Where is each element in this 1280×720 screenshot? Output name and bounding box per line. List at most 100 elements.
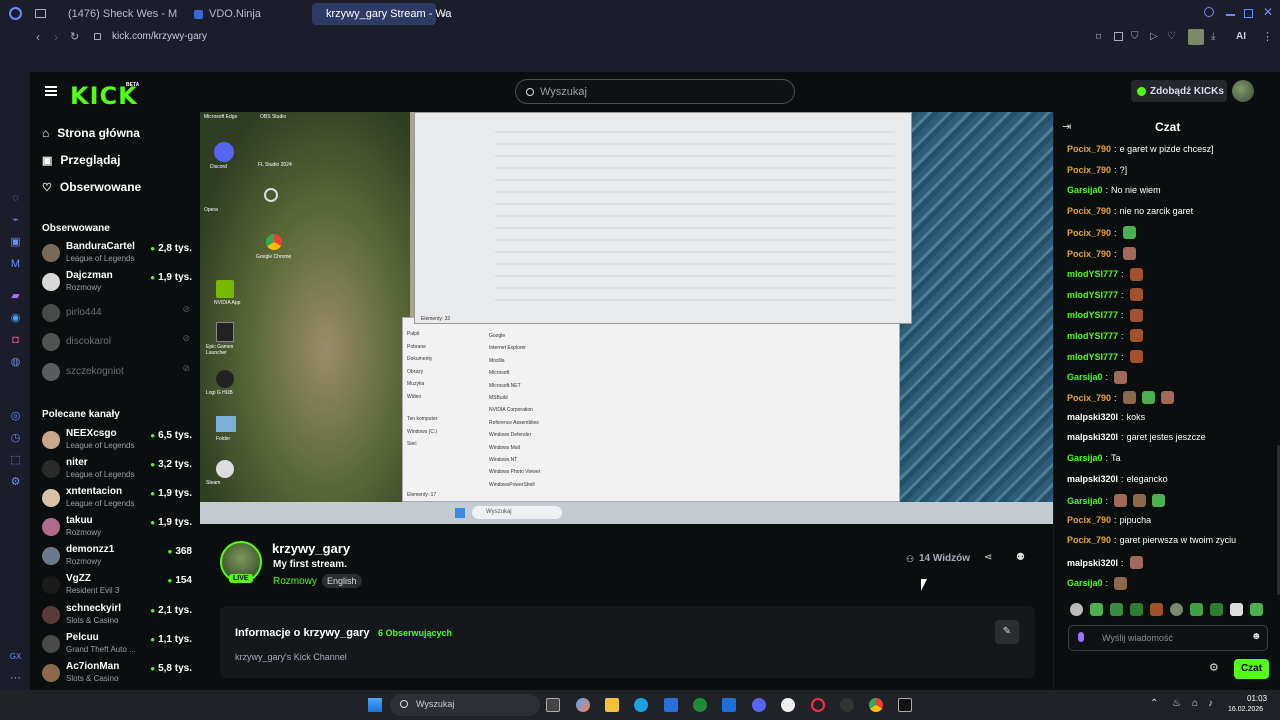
extension-avatar-icon[interactable]	[1188, 29, 1204, 45]
channel-item[interactable]: xntentacion League of Legends 1,9 tys.	[42, 485, 192, 511]
search-bar[interactable]: Wyszukaj	[515, 79, 795, 104]
tab-kick[interactable]: krzywy_gary Stream - Wa	[312, 3, 452, 25]
edit-pencil-icon[interactable]: ✎	[995, 620, 1019, 644]
epic-desktop-icon[interactable]	[216, 322, 234, 342]
chat-username[interactable]: mlodYSI777	[1067, 331, 1118, 341]
chat-username[interactable]: mlodYSI777	[1067, 352, 1118, 362]
channel-item[interactable]: takuu Rozmowy 1,9 tys.	[42, 514, 192, 540]
steam-task-icon[interactable]	[781, 698, 795, 712]
folder-desktop-icon[interactable]	[216, 416, 236, 432]
hamburger-menu-icon[interactable]	[45, 86, 57, 96]
chat-username[interactable]: Pocix_790	[1067, 535, 1111, 545]
microphone-icon[interactable]	[1078, 632, 1084, 642]
chrome-desktop-icon[interactable]	[266, 234, 282, 250]
chat-settings-icon[interactable]: ⚙	[1209, 661, 1219, 674]
chat-username[interactable]: malpski320l	[1067, 432, 1118, 442]
language-tag[interactable]: English	[322, 574, 362, 588]
chat-username[interactable]: Pocix_790	[1067, 206, 1111, 216]
emote-icon[interactable]	[1070, 603, 1083, 616]
messenger-icon[interactable]: ◉	[9, 312, 22, 325]
twitch-icon[interactable]: ▰	[9, 290, 22, 303]
outlook-icon[interactable]	[722, 698, 736, 712]
app-task-icon[interactable]	[840, 698, 854, 712]
chat-username[interactable]: Pocix_790	[1067, 515, 1111, 525]
history-icon[interactable]: ◷	[9, 432, 22, 445]
search-input[interactable]: Wyszukaj	[540, 86, 587, 98]
channel-item[interactable]: schneckyirl Slots & Casino 2,1 tys.	[42, 602, 192, 628]
emote-icon[interactable]	[1130, 603, 1143, 616]
ghub-desktop-icon[interactable]	[216, 370, 234, 388]
video-player[interactable]: Discord Microsoft Edge OBS Studio FL Stu…	[200, 112, 1053, 524]
close-window-icon[interactable]: ✕	[1263, 5, 1273, 19]
share-icon[interactable]: ⋖	[984, 552, 992, 563]
channel-item[interactable]: Ac7ionMan Slots & Casino 5,8 tys.	[42, 660, 192, 686]
chat-username[interactable]: Pocix_790	[1067, 228, 1111, 238]
tab-youtube[interactable]: (1476) Sheck Wes - M	[54, 3, 178, 25]
aria-icon[interactable]: ◌	[9, 192, 22, 205]
opera-gx-task-icon[interactable]	[811, 698, 825, 712]
store-icon[interactable]	[664, 698, 678, 712]
channel-item[interactable]: niter League of Legends 3,2 tys.	[42, 456, 192, 482]
messenger-tool-icon[interactable]: ⌁	[9, 214, 22, 227]
chrome-task-icon[interactable]	[869, 698, 883, 712]
bookmark-icon[interactable]: ⌑	[1096, 32, 1101, 43]
network-icon[interactable]: ⌂	[1192, 698, 1198, 709]
taskbar-search[interactable]: Wyszukaj	[390, 694, 540, 716]
emote-icon[interactable]	[1110, 603, 1123, 616]
search-tabs-icon[interactable]	[1204, 7, 1214, 17]
collapse-chat-icon[interactable]: ⇥	[1062, 120, 1071, 133]
emote-icon[interactable]	[1250, 603, 1263, 616]
chat-username[interactable]: malpski320l	[1067, 558, 1118, 568]
volume-icon[interactable]: ♪	[1208, 698, 1213, 709]
channel-item[interactable]: Pelcuu Grand Theft Auto ... 1,1 tys.	[42, 631, 192, 657]
chat-username[interactable]: mlodYSI777	[1067, 310, 1118, 320]
emoji-icon[interactable]: ☻	[1251, 631, 1262, 642]
copilot-icon[interactable]	[576, 698, 590, 712]
back-icon[interactable]: ‹	[36, 30, 40, 44]
chat-input[interactable]: Wyślij wiadomość	[1102, 633, 1173, 643]
emote-icon[interactable]	[1190, 603, 1203, 616]
extensions-icon[interactable]: ⬚	[9, 454, 22, 467]
chat-username[interactable]: mlodYSI777	[1067, 290, 1118, 300]
chat-username[interactable]: mlodYSI777	[1067, 269, 1118, 279]
ai-label[interactable]: AI	[1236, 31, 1246, 42]
emote-icon[interactable]	[1230, 603, 1243, 616]
chat-send-button[interactable]: Czat	[1234, 659, 1269, 679]
chat-username[interactable]: malpski320l	[1067, 474, 1118, 484]
new-tab-icon[interactable]: +	[441, 6, 448, 20]
channel-item[interactable]: szczekogniot ⊘	[42, 359, 192, 385]
chat-username[interactable]: Pocix_790	[1067, 144, 1111, 154]
settings-icon[interactable]: ⚙	[9, 476, 22, 489]
channel-item[interactable]: discokarol ⊘	[42, 329, 192, 355]
xbox-icon[interactable]	[693, 698, 707, 712]
discord-icon[interactable]: ◍	[9, 356, 22, 369]
chat-input-box[interactable]: Wyślij wiadomość ☻	[1068, 625, 1268, 651]
opera-logo-icon[interactable]	[9, 7, 22, 20]
windows-start-icon[interactable]	[368, 698, 382, 712]
clock-time[interactable]: 01:03	[1247, 694, 1267, 703]
epic-task-icon[interactable]	[898, 698, 912, 712]
chat-username[interactable]: Garsija0	[1067, 185, 1103, 195]
get-kicks-button[interactable]: Zdobądź KICKs	[1131, 80, 1227, 102]
chat-username[interactable]: Garsija0	[1067, 453, 1103, 463]
clock-date[interactable]: 16.02.2026	[1228, 706, 1263, 713]
chat-username[interactable]: Garsija0	[1067, 496, 1103, 506]
play-icon[interactable]: ▷	[1150, 31, 1158, 42]
channel-item[interactable]: BanduraCartel League of Legends 2,8 tys.	[42, 240, 192, 266]
nav-home[interactable]: ⌂ Strona główna	[42, 126, 140, 140]
gx-icon[interactable]: GX	[9, 650, 22, 663]
steam-desktop-icon[interactable]	[216, 460, 234, 478]
chat-username[interactable]: Pocix_790	[1067, 165, 1111, 175]
more-icon[interactable]: ⋯	[9, 672, 22, 685]
nav-browse[interactable]: ▣ Przeglądaj	[42, 153, 120, 167]
player-icon[interactable]: ◎	[9, 410, 22, 423]
tray-app-icon[interactable]: ♨	[1172, 698, 1181, 709]
heart-outline-icon[interactable]: ♡	[1167, 31, 1176, 42]
chat-username[interactable]: malpski320l	[1067, 412, 1118, 422]
crypto-wallet-icon[interactable]: ▣	[9, 236, 22, 249]
maximize-icon[interactable]	[1244, 9, 1253, 18]
menu-dots-icon[interactable]: ⋮	[1262, 30, 1273, 43]
nvidia-desktop-icon[interactable]	[216, 280, 234, 298]
edge-icon[interactable]	[634, 698, 648, 712]
url-field[interactable]: kick.com/krzywy-gary	[112, 31, 207, 42]
